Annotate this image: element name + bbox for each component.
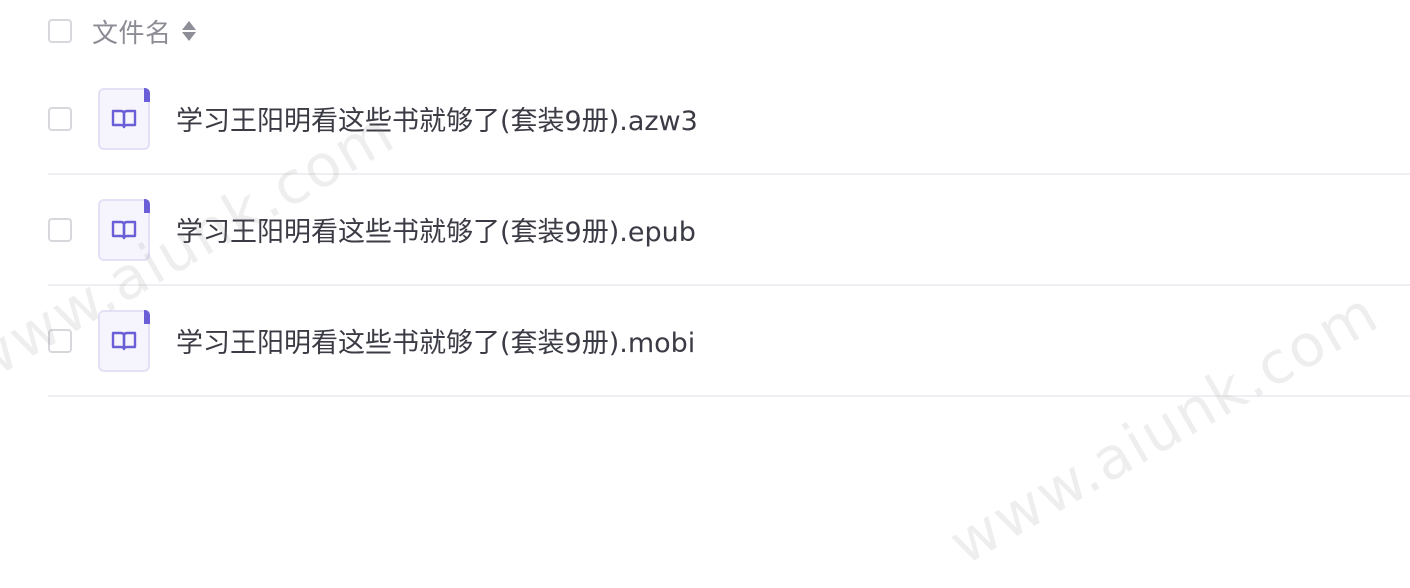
open-book-glyph [111, 109, 137, 128]
select-all-checkbox[interactable] [48, 19, 72, 43]
list-header: 文件名 [48, 12, 1410, 50]
open-book-glyph [111, 220, 137, 239]
file-list-page: 文件名 学习王阳明看这些书就够了(套装9册).azw3 学习王阳明看这些书就够了… [0, 0, 1410, 588]
file-row[interactable]: 学习王阳明看这些书就够了(套装9册).mobi [48, 286, 1410, 397]
book-icon [98, 87, 150, 150]
file-row[interactable]: 学习王阳明看这些书就够了(套装9册).epub [48, 175, 1410, 286]
row-checkbox[interactable] [48, 106, 72, 131]
sort-icon[interactable] [181, 18, 196, 44]
file-list: 学习王阳明看这些书就够了(套装9册).azw3 学习王阳明看这些书就够了(套装9… [48, 64, 1410, 397]
file-row[interactable]: 学习王阳明看这些书就够了(套装9册).azw3 [48, 64, 1410, 175]
sort-up-icon [181, 21, 196, 30]
column-header-filename[interactable]: 文件名 [92, 13, 196, 50]
book-icon [98, 309, 150, 372]
sort-down-icon [181, 32, 196, 41]
file-corner-mark [144, 309, 150, 324]
file-corner-mark [144, 87, 150, 102]
file-name[interactable]: 学习王阳明看这些书就够了(套装9册).mobi [176, 321, 695, 360]
file-corner-mark [144, 198, 150, 213]
row-checkbox[interactable] [48, 328, 72, 353]
row-checkbox[interactable] [48, 217, 72, 242]
column-header-label: 文件名 [92, 18, 172, 49]
book-icon [98, 198, 150, 261]
file-name[interactable]: 学习王阳明看这些书就够了(套装9册).epub [176, 210, 696, 249]
file-name[interactable]: 学习王阳明看这些书就够了(套装9册).azw3 [176, 99, 698, 138]
open-book-glyph [111, 331, 137, 350]
